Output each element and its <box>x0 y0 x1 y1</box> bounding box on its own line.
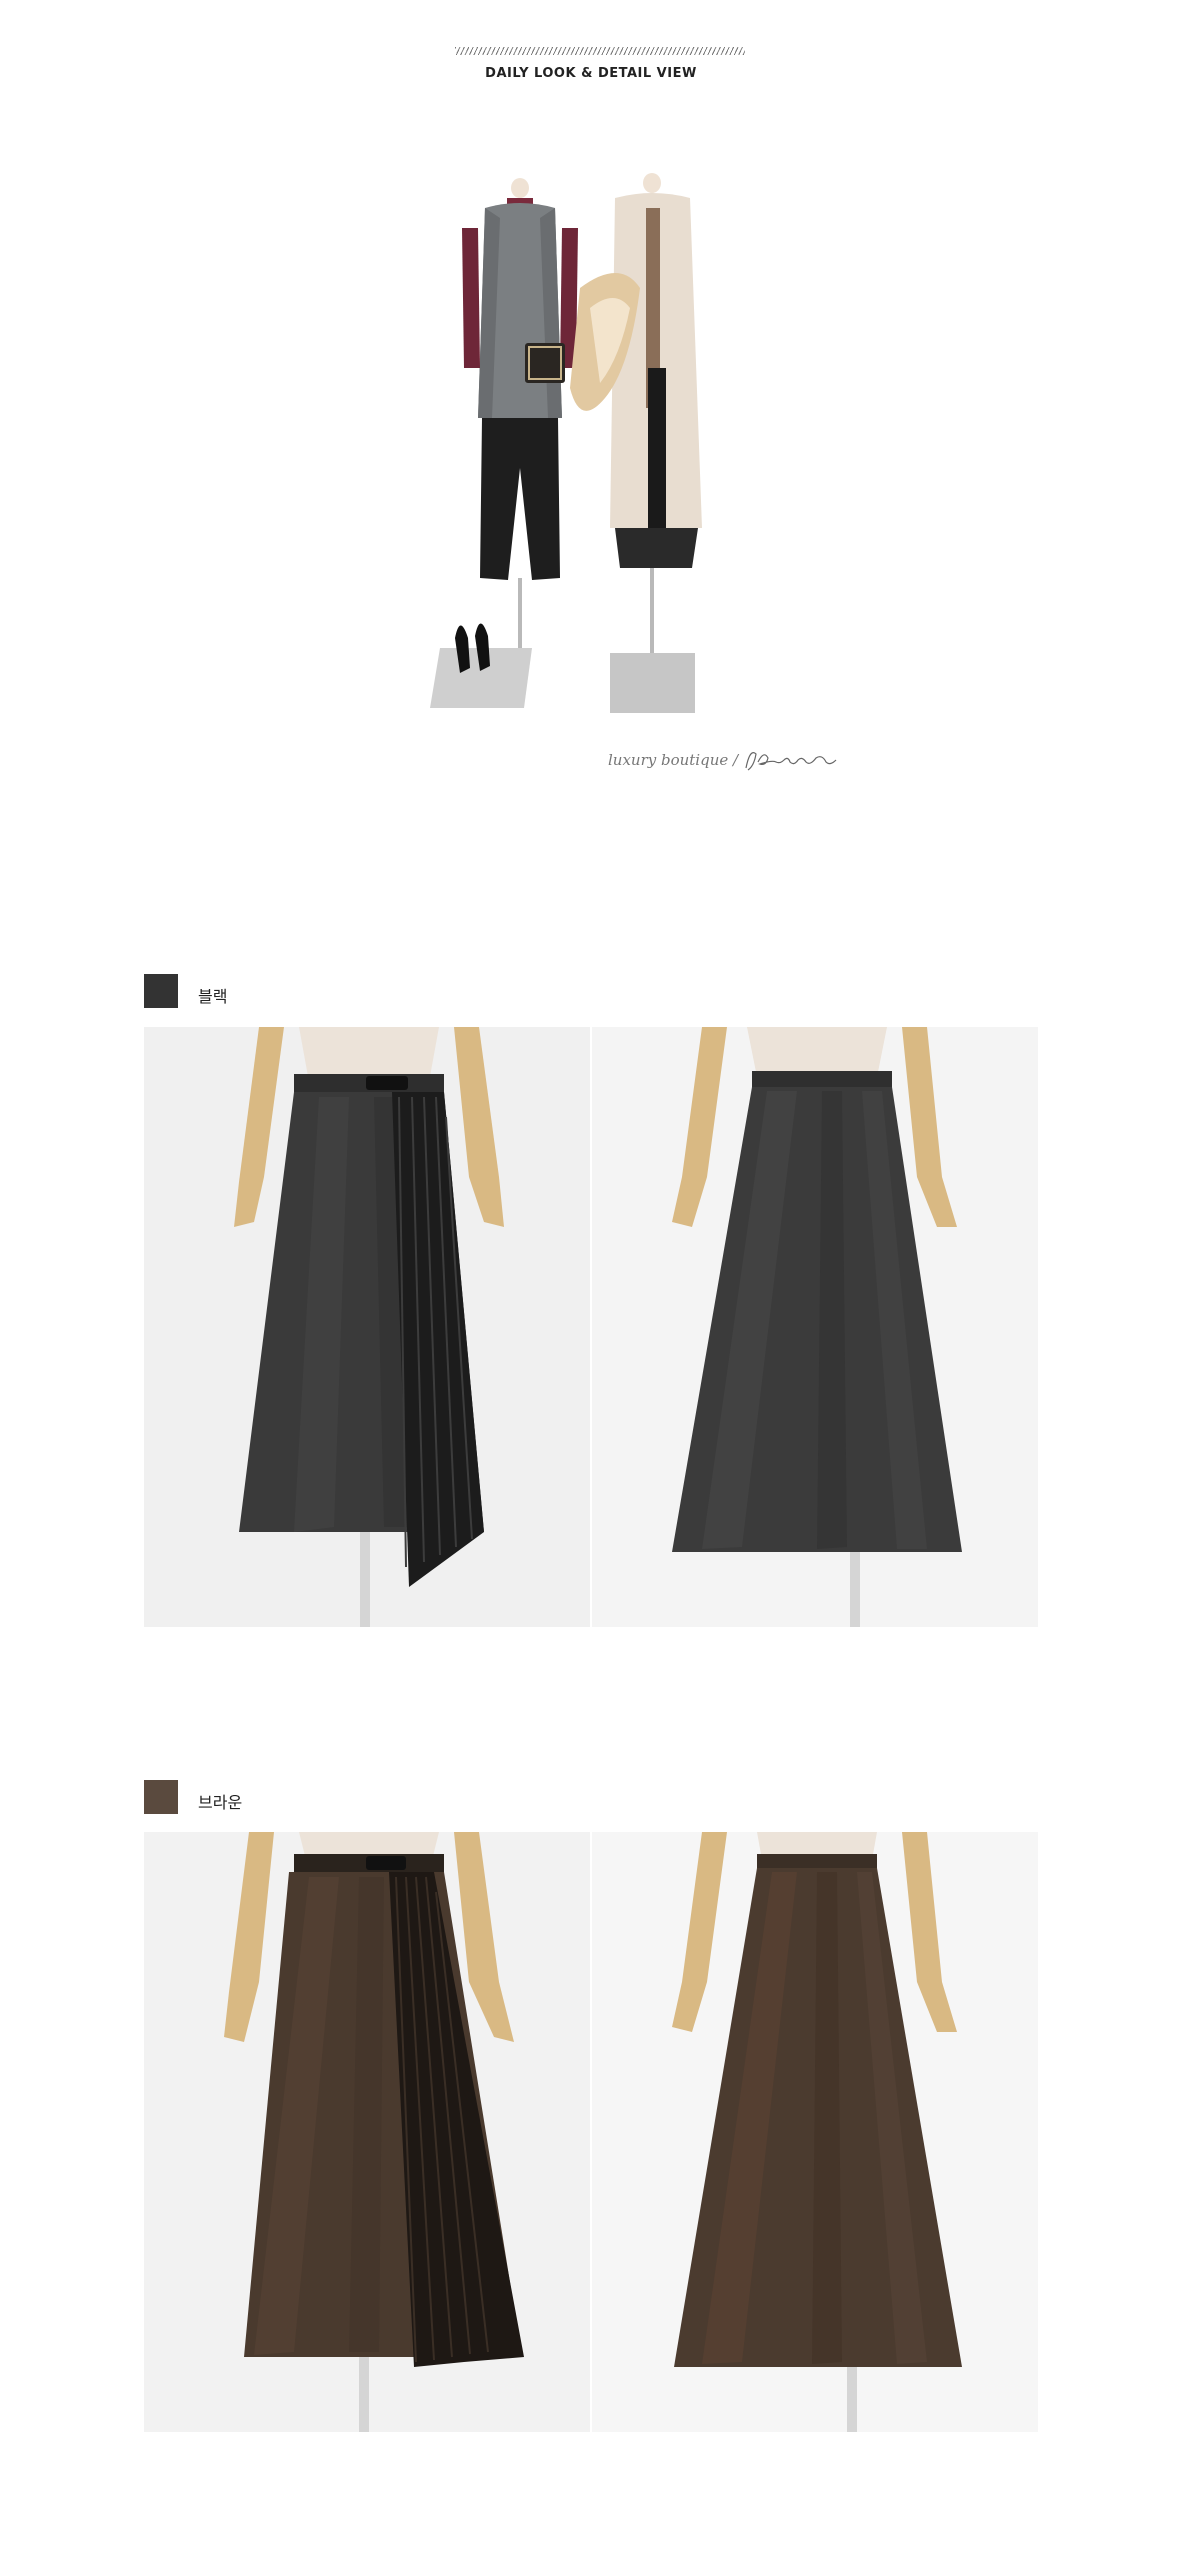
back-view-photo <box>592 1832 1038 2432</box>
brand-tagline: luxury boutique / <box>608 751 739 769</box>
front-view-photo <box>144 1027 590 1627</box>
jblanc-signature-icon <box>745 752 837 771</box>
daily-look-photo <box>420 168 760 713</box>
decorative-hatch-rule <box>455 47 745 55</box>
mannequin-right <box>570 173 702 713</box>
back-view-photo <box>592 1027 1038 1627</box>
mannequin-left <box>430 178 578 708</box>
color-swatch-brown <box>144 1780 178 1814</box>
color-label-brown: 브라운 <box>198 1793 243 1812</box>
color-label-black: 블랙 <box>198 987 228 1006</box>
section-title: DAILY LOOK & DETAIL VIEW <box>485 66 697 81</box>
front-view-photo <box>144 1832 590 2432</box>
color-swatch-black <box>144 974 178 1008</box>
